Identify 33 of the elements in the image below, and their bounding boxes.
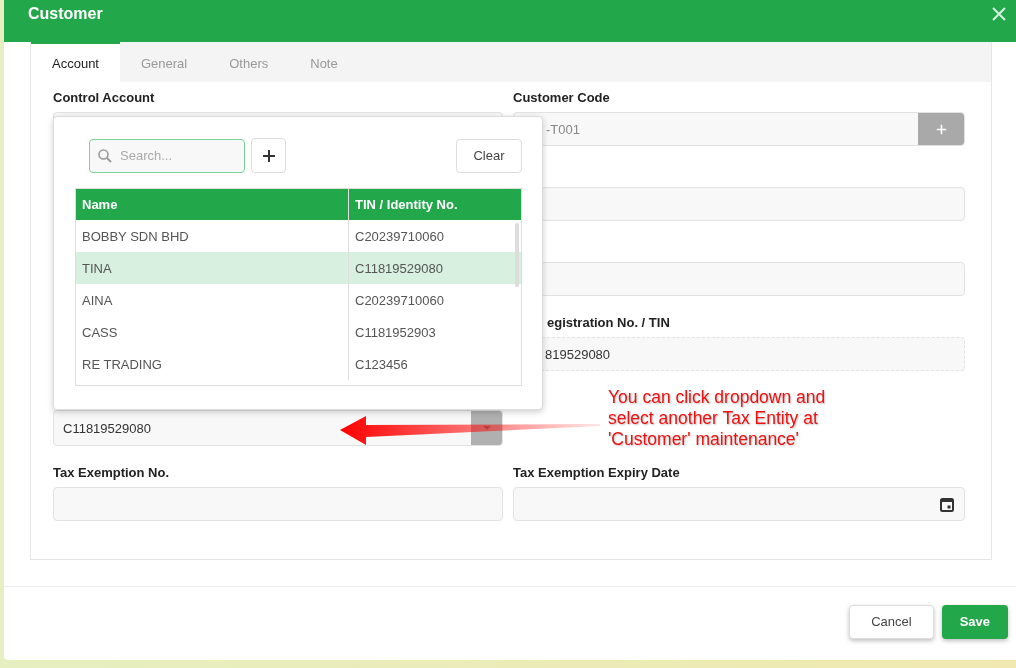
field-value: 819529080 xyxy=(545,346,611,362)
close-button[interactable] xyxy=(992,7,1006,21)
tab[interactable]: Account xyxy=(31,42,120,82)
table-cell-text: TINA xyxy=(81,259,113,278)
table-cell-text: AINA xyxy=(81,291,114,310)
date-field[interactable] xyxy=(513,487,965,521)
field-label: Control Account xyxy=(53,90,156,106)
cancel-button[interactable]: Cancel xyxy=(849,604,934,639)
add-button[interactable] xyxy=(251,138,286,173)
scrollbar[interactable] xyxy=(515,223,519,287)
window-title: Customer xyxy=(28,5,103,23)
table-row[interactable]: TINA C11819529080 xyxy=(76,252,521,284)
clear-button[interactable]: Clear xyxy=(456,138,522,173)
table-cell-text: RE TRADING xyxy=(81,355,163,374)
search-field[interactable]: Search... xyxy=(89,138,245,173)
field-label: Tax Exemption Expiry Date xyxy=(513,465,681,481)
table-cell-text: BOBBY SDN BHD xyxy=(81,227,190,246)
input-field[interactable] xyxy=(53,487,503,521)
field-value: -T001 xyxy=(546,121,580,137)
dropdown-field[interactable]: C11819529080 xyxy=(53,410,503,446)
annotation-text: You can click dropdown and select another Tax Entity at 'Customer' maintenance' xyxy=(608,387,826,450)
close-icon xyxy=(992,7,1006,21)
table-cell: C123456 xyxy=(348,348,524,380)
plus-icon xyxy=(261,148,276,163)
field-label: egistration No. / TIN xyxy=(546,315,671,331)
calendar-icon xyxy=(940,496,954,512)
column-header: Name xyxy=(81,196,119,214)
table-cell-text: CASS xyxy=(81,323,119,342)
plus-icon xyxy=(935,123,947,135)
field-label: Customer Code xyxy=(513,90,611,106)
search-icon xyxy=(98,148,112,163)
field-label: Tax Exemption No. xyxy=(53,465,171,481)
field-value: C11819529080 xyxy=(63,420,151,436)
